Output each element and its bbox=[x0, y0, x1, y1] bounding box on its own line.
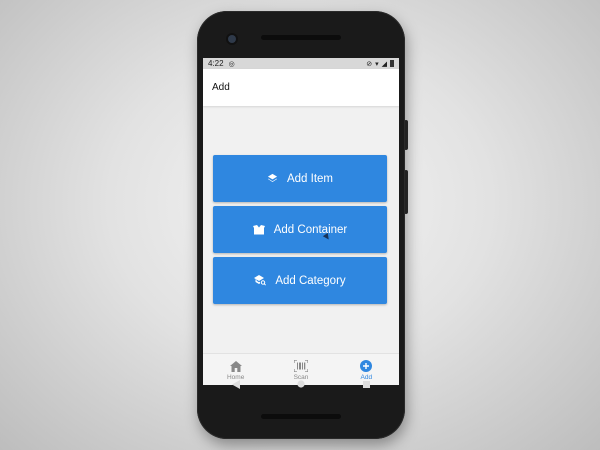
status-icons: ⊘ ▾ ◢ bbox=[366, 60, 394, 68]
add-item-label: Add Item bbox=[286, 172, 334, 185]
barcode-scan-icon bbox=[293, 359, 308, 373]
add-menu: Add Item Add Container Add Category bbox=[203, 106, 399, 353]
back-icon[interactable] bbox=[229, 377, 243, 391]
add-category-button[interactable]: Add Category bbox=[213, 257, 387, 304]
status-bar: 4:22 ◎ ⊘ ▾ ◢ bbox=[203, 58, 399, 69]
status-time: 4:22 bbox=[208, 59, 224, 68]
add-container-label: Add Container bbox=[273, 223, 348, 236]
wifi-icon: ▾ bbox=[375, 60, 379, 68]
category-search-icon bbox=[254, 275, 267, 286]
add-circle-icon bbox=[360, 359, 373, 373]
front-camera bbox=[228, 35, 236, 43]
phone-screen: 4:22 ◎ ⊘ ▾ ◢ Add Add Item Add Container … bbox=[203, 58, 399, 385]
add-item-button[interactable]: Add Item bbox=[213, 155, 387, 202]
battery-icon bbox=[390, 60, 394, 67]
layers-icon bbox=[267, 173, 278, 182]
add-category-label: Add Category bbox=[275, 274, 346, 287]
phone-frame: 4:22 ◎ ⊘ ▾ ◢ Add Add Item Add Container … bbox=[197, 11, 405, 439]
home-icon bbox=[229, 359, 242, 373]
system-navigation-bar bbox=[203, 373, 399, 395]
page-title: Add bbox=[212, 82, 230, 93]
recents-icon[interactable] bbox=[359, 377, 373, 391]
box-icon bbox=[252, 224, 265, 234]
home-circle-icon[interactable] bbox=[294, 377, 308, 391]
no-sim-icon: ⊘ bbox=[366, 60, 373, 68]
signal-icon: ◢ bbox=[381, 60, 387, 68]
add-container-button[interactable]: Add Container bbox=[213, 206, 387, 253]
data-saver-icon: ◎ bbox=[228, 60, 235, 68]
bottom-speaker bbox=[261, 414, 341, 419]
app-bar: Add bbox=[203, 69, 399, 106]
earpiece-speaker bbox=[261, 35, 341, 40]
